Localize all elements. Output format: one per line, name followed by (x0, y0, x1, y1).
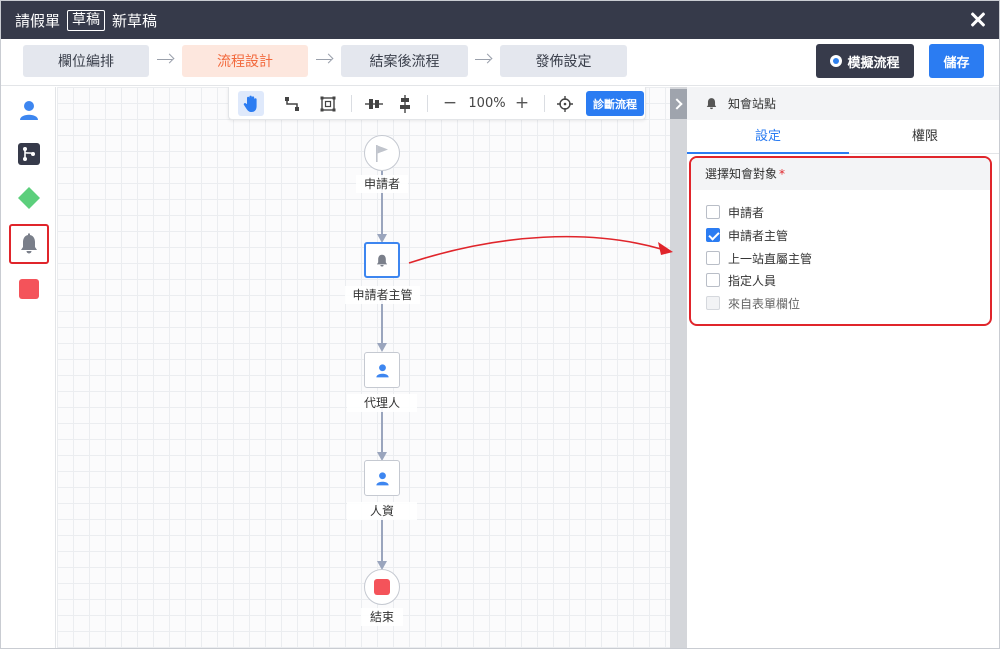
zoom-out-button[interactable]: − (437, 91, 463, 116)
form-title: 請假單 (15, 11, 61, 30)
option-specified-person[interactable]: 指定人員 (706, 272, 776, 288)
step-bar: 欄位編排 流程設計 結案後流程 發佈設定 模擬流程 儲存 (1, 39, 999, 86)
panel-title: 知會站點 (728, 97, 777, 111)
status-badge: 草稿 (67, 9, 106, 31)
notify-target-section: 選擇知會對象 * 申請者 申請者主管 上一站直屬主管 指定人員 來自表單欄位 (689, 156, 992, 326)
align-horizontal-icon (365, 98, 383, 109)
diamond-icon (18, 187, 40, 209)
tab-permissions[interactable]: 權限 (849, 120, 999, 154)
arrow-down-icon (377, 343, 387, 352)
plus-icon: + (514, 93, 530, 113)
arrow-right-icon (475, 52, 493, 68)
hand-icon (243, 95, 257, 112)
align-horizontal-button[interactable] (361, 91, 387, 116)
flow-connector (381, 407, 383, 454)
node-label: 人資 (347, 502, 417, 520)
option-previous-direct-supervisor[interactable]: 上一站直屬主管 (706, 250, 812, 266)
crosshair-icon (557, 95, 573, 112)
stop-square-icon (19, 279, 39, 299)
palette-notify-node[interactable] (9, 224, 49, 264)
center-view-button[interactable] (552, 91, 578, 116)
step-field-layout[interactable]: 欄位編排 (23, 45, 149, 77)
flow-node-approver[interactable] (364, 460, 400, 496)
checkbox-disabled (706, 296, 720, 310)
panel-header: 知會站點 (687, 87, 999, 120)
step-post-close-flow[interactable]: 結案後流程 (341, 45, 468, 77)
flow-node-notify-selected[interactable] (364, 242, 400, 278)
checkbox[interactable] (706, 251, 720, 265)
arrow-right-icon (157, 52, 175, 68)
bell-icon (706, 98, 717, 110)
flow-node-end[interactable] (364, 569, 400, 605)
hand-tool-button[interactable] (238, 91, 264, 116)
checkbox-checked[interactable] (706, 228, 720, 242)
checkbox[interactable] (706, 205, 720, 219)
branch-icon (18, 143, 40, 165)
node-label: 代理人 (347, 394, 417, 412)
bell-icon (21, 233, 37, 254)
checkbox[interactable] (706, 273, 720, 287)
fit-frame-icon (320, 96, 336, 111)
option-applicant-supervisor[interactable]: 申請者主管 (706, 227, 788, 243)
connector-tool-button[interactable] (279, 91, 305, 116)
flow-node-approver[interactable] (364, 352, 400, 388)
flag-icon (376, 145, 388, 162)
connector-icon (285, 96, 299, 111)
step-flow-design[interactable]: 流程設計 (182, 45, 308, 77)
simulate-flow-button[interactable]: 模擬流程 (816, 44, 914, 78)
app-window: 請假單 草稿 新草稿 欄位編排 流程設計 結案後流程 發佈設定 模擬流程 儲存 (0, 0, 1000, 649)
flow-node-start[interactable] (364, 135, 400, 171)
bell-icon (376, 254, 388, 267)
person-icon (20, 101, 38, 120)
stop-square-icon (374, 579, 390, 595)
document-name: 新草稿 (112, 11, 158, 30)
palette-person-node[interactable] (9, 90, 49, 130)
zoom-level: 100% (468, 96, 506, 111)
fit-view-button[interactable] (315, 91, 341, 116)
arrow-right-icon (316, 52, 334, 68)
flow-connector (381, 517, 383, 563)
panel-splitter[interactable] (670, 87, 687, 648)
properties-panel: 知會站點 設定 權限 選擇知會對象 * 申請者 申請者主管 上一站直屬主管 指定… (687, 87, 999, 648)
option-applicant[interactable]: 申請者 (706, 204, 764, 220)
title-bar: 請假單 草稿 新草稿 (1, 1, 999, 39)
record-icon (830, 55, 843, 67)
node-label: 申請者 (356, 175, 408, 193)
palette-condition-node[interactable] (9, 178, 49, 218)
section-title: 選擇知會對象 * (691, 158, 990, 190)
save-button[interactable]: 儲存 (929, 44, 984, 78)
palette-branch-node[interactable] (9, 134, 49, 174)
node-label: 結束 (361, 608, 403, 626)
panel-tabs: 設定 權限 (687, 120, 999, 154)
diagnose-flow-button[interactable]: 診斷流程 (586, 91, 644, 116)
node-label: 申請者主管 (345, 286, 420, 304)
node-palette (1, 87, 56, 648)
person-icon (375, 363, 389, 377)
flow-connector (381, 297, 383, 345)
flow-canvas[interactable]: − 100% + 診斷流程 申請者 申請者主管 代理人 人資 結束 (57, 87, 670, 648)
person-icon (375, 471, 389, 485)
close-icon[interactable] (967, 8, 989, 30)
step-publish-settings[interactable]: 發佈設定 (500, 45, 627, 77)
tab-settings[interactable]: 設定 (687, 120, 849, 154)
required-mark: * (779, 167, 786, 181)
minus-icon: − (442, 93, 458, 113)
canvas-toolbar: − 100% + 診斷流程 (228, 87, 646, 120)
align-vertical-button[interactable] (392, 91, 418, 116)
option-from-form-field: 來自表單欄位 (706, 295, 800, 311)
palette-end-node[interactable] (9, 269, 49, 309)
chevron-right-icon[interactable] (670, 89, 687, 119)
align-vertical-icon (400, 94, 410, 113)
zoom-in-button[interactable]: + (509, 91, 535, 116)
